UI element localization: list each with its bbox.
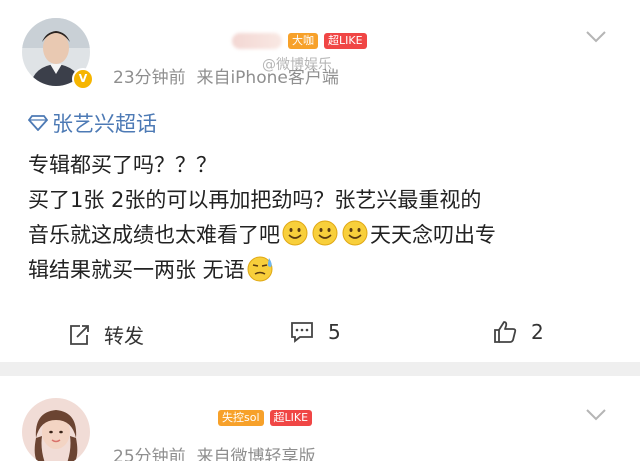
post-meta: 25分钟前 来自微博轻享版 <box>113 442 315 461</box>
verified-badge-icon: V <box>72 68 94 90</box>
comment-button[interactable]: 5 <box>290 320 341 344</box>
super-topic-label: 张艺兴超话 <box>52 112 157 136</box>
like-icon <box>494 321 517 343</box>
like-button[interactable]: 2 <box>493 320 544 344</box>
content-line: 专辑都买了吗？？？ <box>28 153 217 177</box>
weibo-post: V 大咖 超LIKE 23分钟前 来自iPhone客户端 @微博娱乐 张艺兴超话… <box>0 0 640 362</box>
user-tag: 失控sol <box>218 410 264 426</box>
content-line: 买了1张 2张的可以再加把劲吗？张艺兴最重视的 <box>28 188 482 212</box>
smile-emoji-icon <box>282 220 308 246</box>
content-text: 辑结果就买一两张 无语 <box>28 258 245 282</box>
repost-label: 转发 <box>104 324 144 348</box>
repost-button[interactable]: 转发 <box>68 320 144 349</box>
comment-icon <box>291 322 313 343</box>
post-separator <box>0 362 640 376</box>
post-timestamp: 23分钟前 <box>113 68 186 88</box>
user-name-row: 失控sol 超LIKE <box>218 410 313 426</box>
super-like-tag: 超LIKE <box>269 410 313 426</box>
content-line: 辑结果就买一两张 无语 <box>28 253 608 288</box>
user-name-row: 大咖 超LIKE <box>232 33 367 49</box>
super-like-tag: 超LIKE <box>324 33 367 49</box>
super-topic-link[interactable]: 张艺兴超话 <box>28 108 157 138</box>
chevron-down-icon[interactable] <box>585 408 607 422</box>
repost-icon <box>70 324 89 345</box>
content-text: 音乐就这成绩也太难看了吧 <box>28 223 280 247</box>
sweat-emoji-icon <box>247 256 273 282</box>
content-line: 音乐就这成绩也太难看了吧 天天念叨出专 <box>28 218 608 253</box>
action-bar: 转发 5 2 <box>0 310 640 360</box>
post-source: 来自微博轻享版 <box>196 447 316 461</box>
weibo-post: 失控sol 超LIKE 25分钟前 来自微博轻享版 <box>0 376 640 461</box>
user-tag: 大咖 <box>288 33 318 49</box>
smile-emoji-icon <box>312 220 338 246</box>
content-text: 天天念叨出专 <box>370 223 496 247</box>
like-count: 2 <box>531 320 544 344</box>
chevron-down-icon[interactable] <box>585 30 607 44</box>
comment-count: 5 <box>328 320 341 344</box>
post-timestamp: 25分钟前 <box>113 447 186 461</box>
smile-emoji-icon <box>342 220 368 246</box>
user-name-redacted[interactable] <box>232 33 282 49</box>
diamond-icon <box>28 115 48 131</box>
avatar[interactable] <box>22 398 90 461</box>
post-content: 专辑都买了吗？？？ 买了1张 2张的可以再加把劲吗？张艺兴最重视的 音乐就这成绩… <box>28 148 608 288</box>
watermark: @微博娱乐 <box>262 57 332 73</box>
